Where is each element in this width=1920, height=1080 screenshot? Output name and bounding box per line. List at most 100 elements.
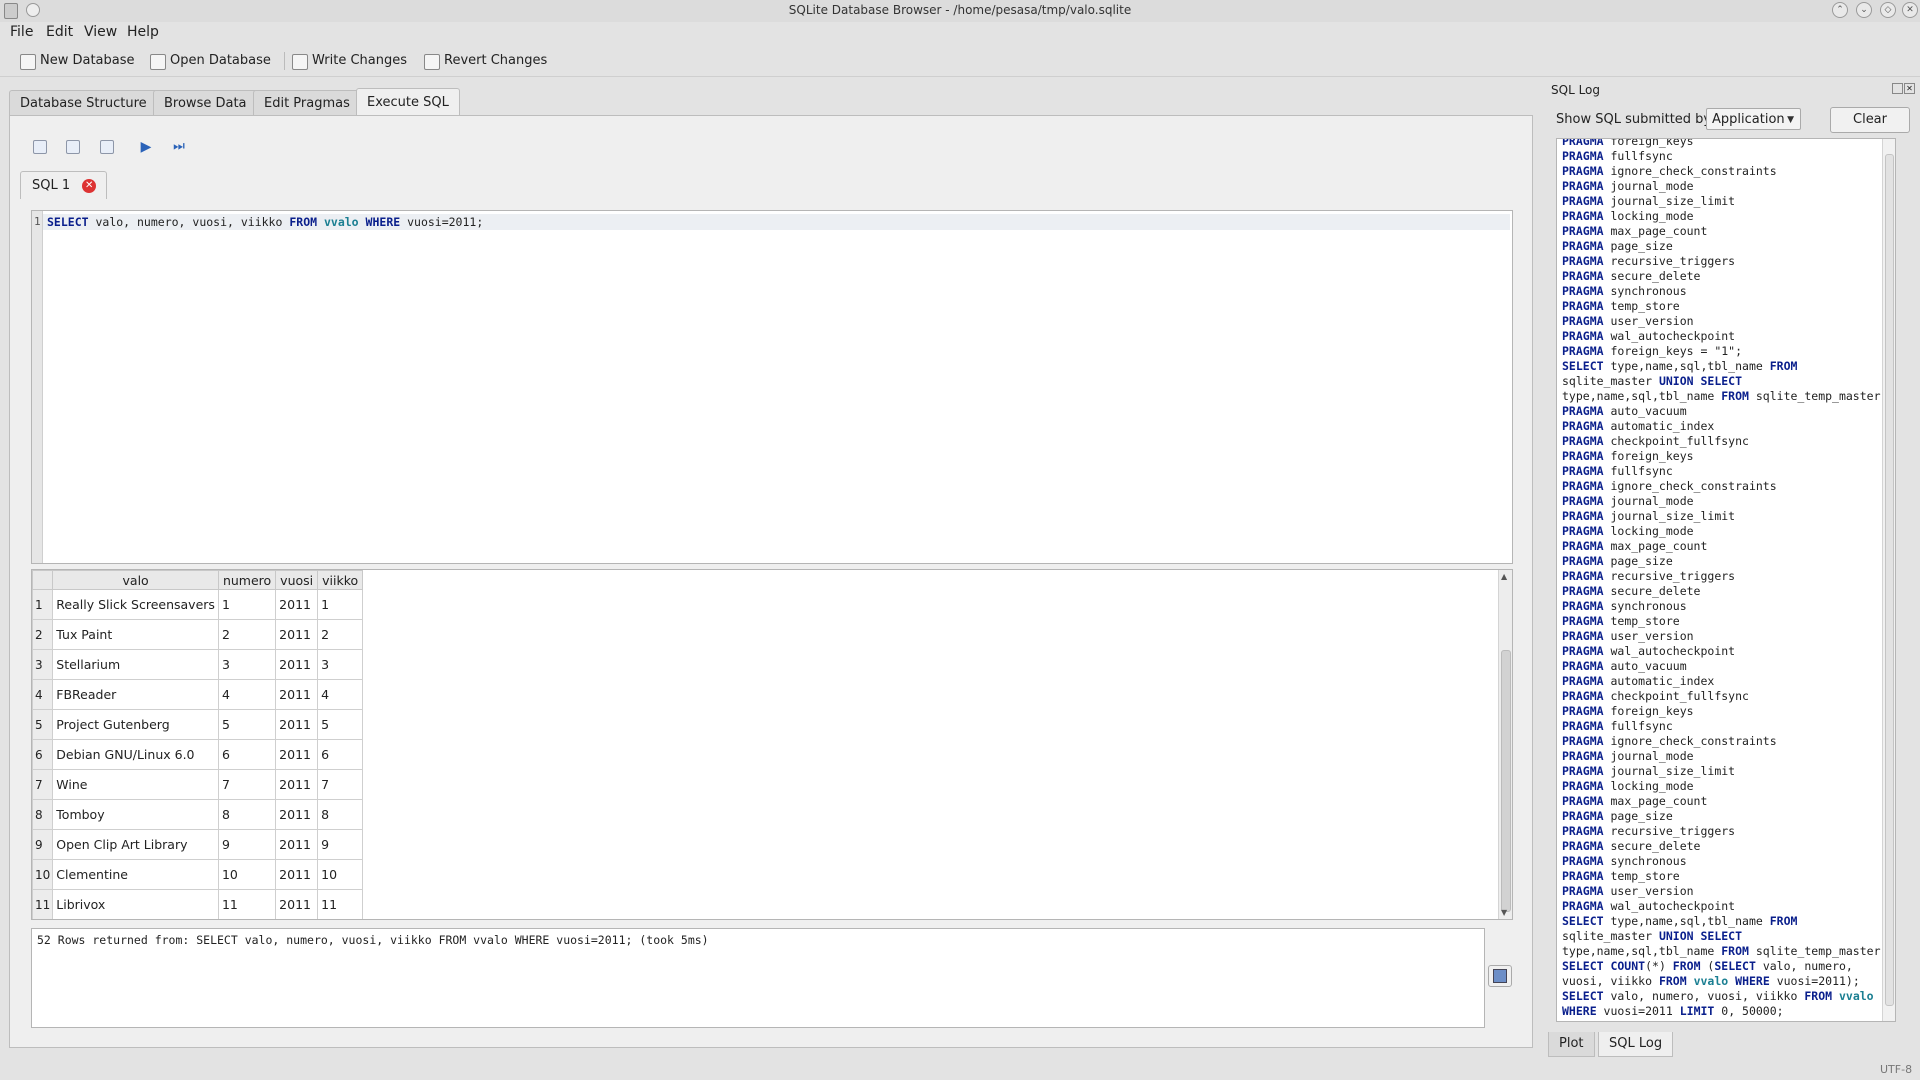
sql-log-filter-select[interactable]: Application ▼ <box>1706 108 1801 130</box>
menu-file[interactable]: File <box>8 22 35 42</box>
row-number[interactable]: 7 <box>32 769 54 800</box>
table-cell[interactable]: Tux Paint <box>52 619 219 650</box>
row-number[interactable]: 4 <box>32 679 54 710</box>
open-database-button[interactable]: Open Database <box>148 50 271 72</box>
table-cell[interactable]: 8 <box>217 799 277 830</box>
table-cell[interactable]: 11 <box>217 889 277 919</box>
results-scroll-thumb[interactable] <box>1501 650 1511 912</box>
table-row[interactable]: 5 Project Gutenberg 5 2011 5 <box>32 709 364 740</box>
table-cell[interactable]: Debian GNU/Linux 6.0 <box>52 739 219 770</box>
row-number[interactable]: 2 <box>32 619 54 650</box>
table-cell[interactable]: 7 <box>217 769 277 800</box>
table-cell[interactable]: 3 <box>317 649 364 680</box>
table-cell[interactable]: Really Slick Screensavers <box>52 589 219 620</box>
table-cell[interactable]: 4 <box>317 679 364 710</box>
menu-edit[interactable]: Edit <box>44 22 75 42</box>
table-row[interactable]: 6 Debian GNU/Linux 6.0 6 2011 6 <box>32 739 364 770</box>
row-number[interactable]: 5 <box>32 709 54 740</box>
table-cell[interactable]: 1 <box>217 589 277 620</box>
table-cell[interactable]: 2 <box>317 619 364 650</box>
execute-all-button[interactable]: ▶ <box>137 138 155 156</box>
row-number[interactable]: 3 <box>32 649 54 680</box>
table-cell[interactable]: 10 <box>217 859 277 890</box>
write-changes-button[interactable]: Write Changes <box>290 50 407 72</box>
table-cell[interactable]: 6 <box>317 739 364 770</box>
save-sql-file-button[interactable] <box>98 138 116 156</box>
open-tab-button[interactable] <box>31 138 49 156</box>
row-number[interactable]: 6 <box>32 739 54 770</box>
table-cell[interactable]: 9 <box>317 829 364 860</box>
table-cell[interactable]: 5 <box>217 709 277 740</box>
table-cell[interactable]: 7 <box>317 769 364 800</box>
table-cell[interactable]: 8 <box>317 799 364 830</box>
table-cell[interactable]: 2011 <box>275 859 319 890</box>
dock-float-icon[interactable] <box>1892 83 1903 94</box>
table-cell[interactable]: Clementine <box>52 859 219 890</box>
results-scrollbar[interactable]: ▲ ▼ <box>1498 570 1512 919</box>
table-cell[interactable]: Wine <box>52 769 219 800</box>
column-header-numero[interactable]: numero <box>217 570 277 590</box>
sql-log-scroll-thumb[interactable] <box>1885 154 1894 1006</box>
menu-help[interactable]: Help <box>125 22 161 42</box>
scroll-down-icon[interactable]: ▼ <box>1501 908 1507 917</box>
new-database-button[interactable]: New Database <box>18 50 135 72</box>
table-cell[interactable]: 9 <box>217 829 277 860</box>
scroll-up-icon[interactable]: ▲ <box>1501 572 1507 581</box>
clear-log-button[interactable]: Clear <box>1830 107 1910 133</box>
table-cell[interactable]: 2011 <box>275 649 319 680</box>
table-cell[interactable]: 1 <box>317 589 364 620</box>
table-cell[interactable]: 2011 <box>275 739 319 770</box>
table-row[interactable]: 3 Stellarium 3 2011 3 <box>32 649 364 680</box>
table-cell[interactable]: FBReader <box>52 679 219 710</box>
row-number[interactable]: 11 <box>32 889 54 919</box>
table-cell[interactable]: 2011 <box>275 619 319 650</box>
dock-close-icon[interactable]: ✕ <box>1904 83 1915 94</box>
results-grid[interactable]: valo numero vuosi viikko 1 Really Slick Scre… <box>31 569 1513 920</box>
table-row[interactable]: 9 Open Clip Art Library 9 2011 9 <box>32 829 364 860</box>
column-header-viikko[interactable]: viikko <box>317 570 364 590</box>
table-cell[interactable]: Project Gutenberg <box>52 709 219 740</box>
sql-log-scrollbar[interactable] <box>1882 139 1895 1021</box>
tab-execute-sql[interactable]: Execute SQL <box>356 88 460 117</box>
sql-log-text[interactable]: PRAGMA foreign_keys PRAGMA fullfsync PRAGM… <box>1556 138 1896 1022</box>
table-cell[interactable]: 2011 <box>275 679 319 710</box>
row-number[interactable]: 9 <box>32 829 54 860</box>
save-results-button[interactable] <box>1488 965 1512 987</box>
open-sql-file-button[interactable] <box>64 138 82 156</box>
table-row[interactable]: 11 Librivox 11 2011 11 <box>32 889 364 919</box>
table-row[interactable]: 2 Tux Paint 2 2011 2 <box>32 619 364 650</box>
table-row[interactable]: 4 FBReader 4 2011 4 <box>32 679 364 710</box>
sql-tab-1[interactable]: SQL 1 ✕ <box>20 171 108 199</box>
table-cell[interactable]: 2011 <box>275 889 319 919</box>
table-row[interactable]: 10 Clementine 10 2011 10 <box>32 859 364 890</box>
table-cell[interactable]: 2011 <box>275 589 319 620</box>
row-number[interactable]: 10 <box>32 859 54 890</box>
revert-changes-button[interactable]: Revert Changes <box>422 50 547 72</box>
table-cell[interactable]: Stellarium <box>52 649 219 680</box>
tab-sql-log[interactable]: SQL Log <box>1598 1032 1674 1057</box>
close-tab-icon[interactable]: ✕ <box>82 179 97 193</box>
column-header-valo[interactable]: valo <box>52 570 219 590</box>
table-cell[interactable]: 2011 <box>275 799 319 830</box>
shade-icon[interactable]: ⌄ <box>1856 2 1872 18</box>
table-cell[interactable]: Tomboy <box>52 799 219 830</box>
table-cell[interactable]: 6 <box>217 739 277 770</box>
minimize-icon[interactable]: ⌃ <box>1832 2 1848 18</box>
tab-database-structure[interactable]: Database Structure <box>9 90 158 116</box>
table-cell[interactable]: 11 <box>317 889 364 919</box>
sql-editor[interactable]: 1 SELECT valo, numero, vuosi, viikko FRO… <box>31 210 1513 564</box>
table-cell[interactable]: Open Clip Art Library <box>52 829 219 860</box>
table-cell[interactable]: Librivox <box>52 889 219 919</box>
table-cell[interactable]: 3 <box>217 649 277 680</box>
menu-view[interactable]: View <box>82 22 119 42</box>
column-header-vuosi[interactable]: vuosi <box>275 570 319 590</box>
tab-browse-data[interactable]: Browse Data <box>153 90 258 116</box>
tab-edit-pragmas[interactable]: Edit Pragmas <box>253 90 361 116</box>
row-header-corner[interactable] <box>32 570 54 590</box>
table-cell[interactable]: 2011 <box>275 829 319 860</box>
table-cell[interactable]: 2 <box>217 619 277 650</box>
row-number[interactable]: 1 <box>32 589 54 620</box>
maximize-icon[interactable]: ◇ <box>1880 2 1896 18</box>
table-cell[interactable]: 2011 <box>275 709 319 740</box>
table-cell[interactable]: 4 <box>217 679 277 710</box>
